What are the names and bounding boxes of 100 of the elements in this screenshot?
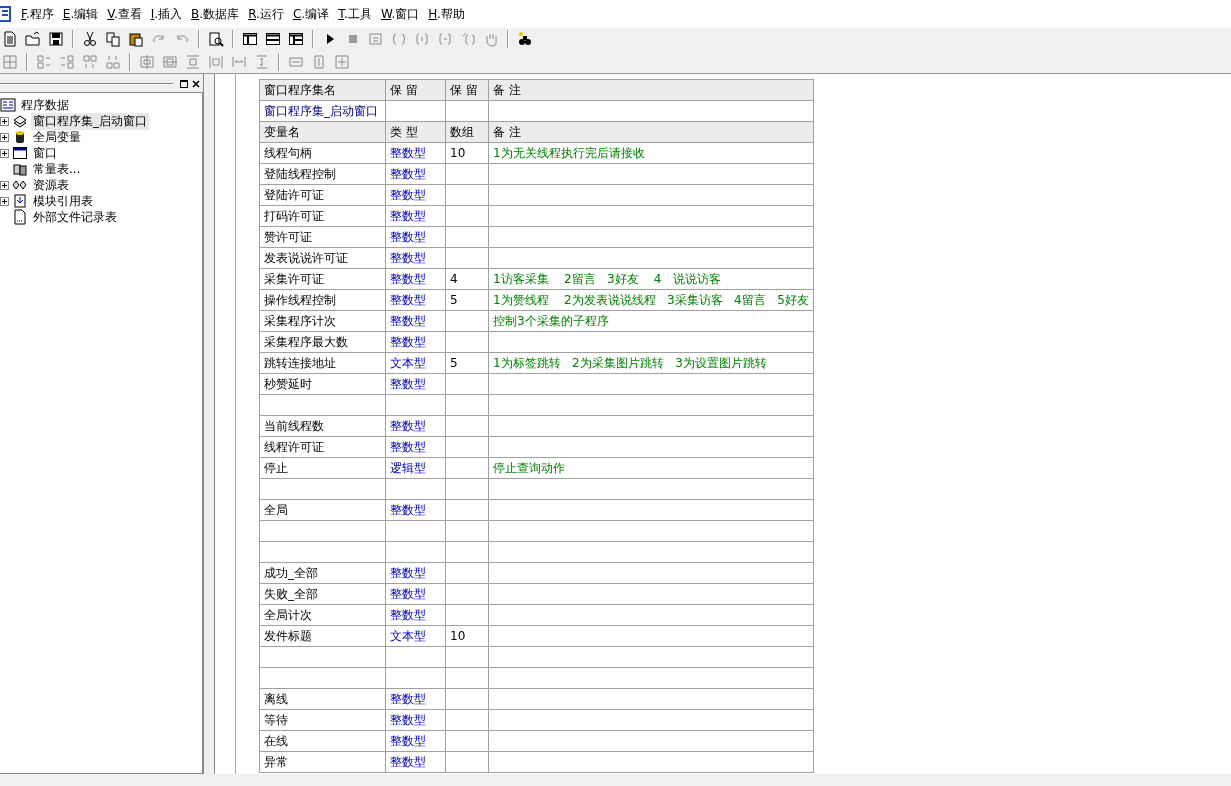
menu-item[interactable]: E.编辑	[62, 3, 99, 25]
align-icon[interactable]	[82, 53, 98, 70]
variable-name: 采集许可证	[264, 271, 324, 286]
braces-icon[interactable]	[437, 31, 453, 47]
spacing-icon[interactable]	[185, 53, 201, 70]
tree-item[interactable]: 模块引用表	[31, 192, 95, 210]
center-icon[interactable]	[139, 53, 155, 70]
variable-type: 逻辑型	[390, 460, 426, 475]
variable-type: 整数型	[390, 187, 426, 202]
tree-item[interactable]: 外部文件记录表	[31, 208, 119, 226]
variable-name: 线程句柄	[264, 145, 312, 160]
expand-icon[interactable]	[0, 148, 9, 158]
new-file-icon[interactable]	[2, 31, 18, 47]
layout-icon[interactable]	[265, 31, 281, 47]
module-name: 窗口程序集_启动窗口	[264, 103, 378, 118]
variable-name: 全局	[264, 502, 288, 517]
expand-icon[interactable]	[0, 196, 9, 206]
variable-name: 在线	[264, 733, 288, 748]
variable-name: 跳转连接地址	[264, 355, 336, 370]
variable-name: 异常	[264, 754, 288, 769]
variable-type: 整数型	[390, 733, 426, 748]
braces-icon[interactable]	[414, 31, 430, 47]
menu-item[interactable]: F.程序	[21, 3, 54, 25]
tree-item[interactable]: 常量表...	[31, 160, 83, 178]
variable-name: 登陆线程控制	[264, 166, 336, 181]
hand-icon[interactable]	[483, 31, 499, 47]
align-icon[interactable]	[59, 53, 75, 70]
variable-name: 打码许可证	[264, 208, 324, 223]
menu-item[interactable]: V.查看	[107, 3, 142, 25]
height-icon[interactable]	[254, 53, 270, 70]
variable-name: 离线	[264, 691, 288, 706]
braces-icon[interactable]	[460, 31, 476, 47]
column-header: 备 注	[493, 124, 521, 139]
variable-name: 发件标题	[264, 628, 312, 643]
variable-type: 整数型	[390, 229, 426, 244]
binoculars-icon[interactable]	[517, 31, 533, 47]
tree-node-icon	[12, 113, 28, 129]
expand-icon[interactable]	[0, 132, 9, 142]
layout-icon[interactable]	[242, 31, 258, 47]
variable-name: 线程许可证	[264, 439, 324, 454]
variable-name: 登陆许可证	[264, 187, 324, 202]
layout-icon[interactable]	[288, 31, 304, 47]
close-icon[interactable]	[191, 79, 201, 89]
comment-text: 停止查询动作	[493, 460, 565, 475]
variable-name: 操作线程控制	[264, 292, 336, 307]
preview-icon[interactable]	[208, 31, 224, 47]
menu-item[interactable]: T.工具	[338, 3, 372, 25]
menu-item[interactable]: H.帮助	[428, 3, 465, 25]
variable-type: 整数型	[390, 691, 426, 706]
variable-type: 整数型	[390, 166, 426, 181]
variable-type: 整数型	[390, 250, 426, 265]
variable-type: 整数型	[390, 712, 426, 727]
tree-item[interactable]: 资源表	[31, 176, 71, 194]
array-size: 10	[450, 629, 466, 643]
variable-type: 整数型	[390, 439, 426, 454]
variable-name: 采集程序计次	[264, 313, 336, 328]
variable-name: 成功_全部	[264, 565, 318, 580]
array-size: 4	[450, 272, 458, 286]
open-folder-icon[interactable]	[25, 31, 41, 47]
same-height-icon[interactable]	[311, 53, 327, 70]
save-icon[interactable]	[48, 31, 64, 47]
tree-item[interactable]: 窗口	[31, 144, 59, 162]
column-header: 变量名	[264, 124, 300, 139]
tree-node-icon	[12, 161, 28, 177]
tree-item[interactable]: 全局变量	[31, 128, 83, 146]
variable-name: 赞许可证	[264, 229, 312, 244]
braces-icon[interactable]	[391, 31, 407, 47]
column-header: 类 型	[390, 124, 418, 139]
menu-item[interactable]: I.插入	[150, 3, 183, 25]
variable-type: 文本型	[390, 628, 426, 643]
expand-icon[interactable]	[0, 116, 9, 126]
spacing-icon[interactable]	[208, 53, 224, 70]
maximize-icon[interactable]	[179, 79, 189, 89]
scissors-icon[interactable]	[82, 31, 98, 47]
tree-node-icon	[12, 209, 28, 225]
variable-type: 整数型	[390, 145, 426, 160]
copy-icon[interactable]	[105, 31, 121, 47]
expand-icon[interactable]	[0, 180, 9, 190]
same-size-icon[interactable]	[334, 53, 350, 70]
variable-type: 整数型	[390, 586, 426, 601]
column-header: 窗口程序集名	[264, 82, 336, 97]
menu-item[interactable]: R.运行	[248, 3, 284, 25]
center-icon[interactable]	[162, 53, 178, 70]
menu-item[interactable]: W.窗口	[380, 3, 420, 25]
variable-type: 整数型	[390, 754, 426, 769]
step-icon[interactable]	[368, 31, 384, 47]
variable-name: 全局计次	[264, 607, 312, 622]
paste-icon[interactable]	[128, 31, 144, 47]
tree-item[interactable]: 程序数据	[19, 96, 71, 114]
column-header: 保 留	[390, 82, 418, 97]
align-icon[interactable]	[36, 53, 52, 70]
variable-name: 发表说说许可证	[264, 250, 348, 265]
grid-icon[interactable]	[2, 53, 18, 70]
menu-item[interactable]: B.数据库	[191, 3, 240, 25]
align-icon[interactable]	[105, 53, 121, 70]
tree-item[interactable]: 窗口程序集_启动窗口	[31, 112, 149, 130]
variable-name: 停止	[264, 460, 288, 475]
tree-node-icon	[12, 193, 28, 209]
tree-node-icon	[12, 145, 28, 161]
menu-item[interactable]: C.编译	[292, 3, 330, 25]
